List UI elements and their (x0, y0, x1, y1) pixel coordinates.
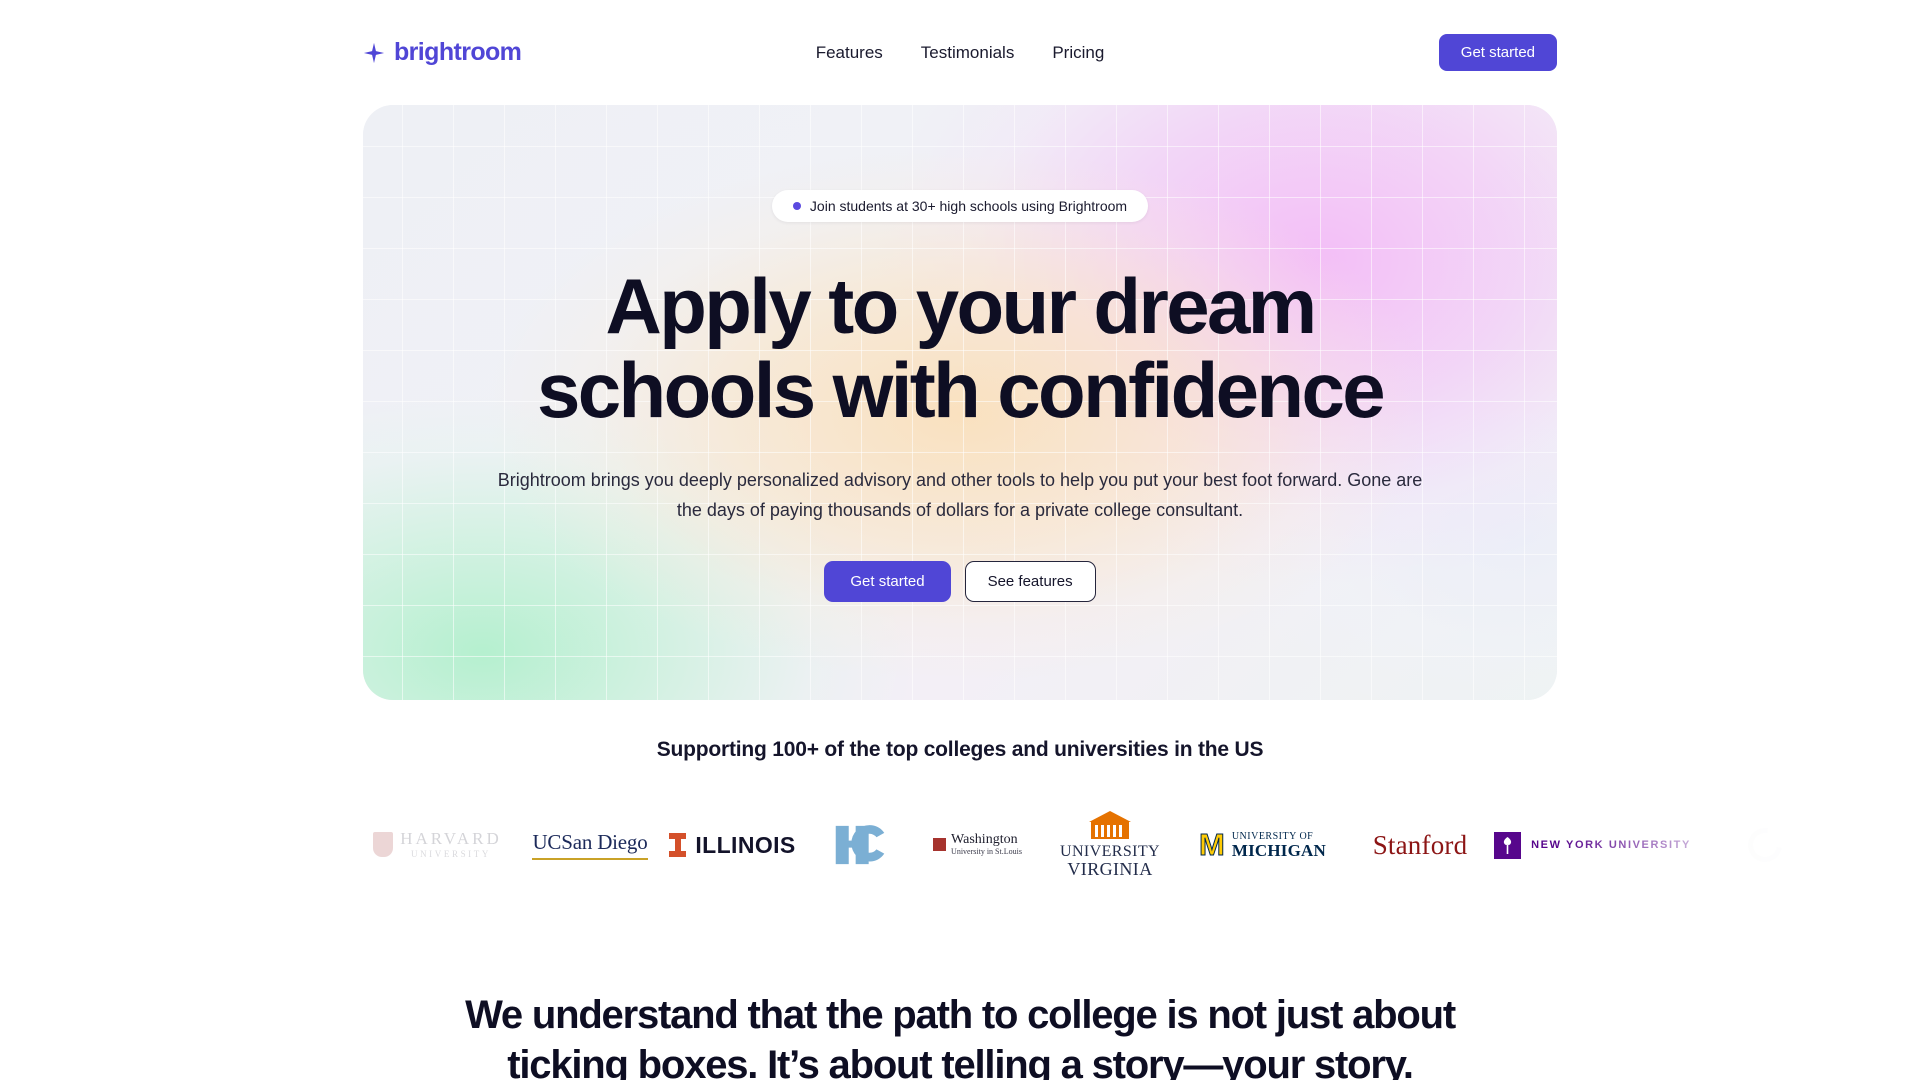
michigan-block-m-icon: M (1199, 826, 1226, 862)
hero-subheadline: Brightroom brings you deeply personalize… (497, 470, 1423, 520)
hero-announcement-badge[interactable]: Join students at 30+ high schools using … (771, 190, 1149, 222)
logos-marquee: HARVARD UNIVERSITY UCSan Diego ILLINOIS … (0, 800, 1920, 890)
uva-wordmark-line1: UNIVERSITY (1060, 842, 1160, 860)
uva-wordmark-line2: VIRGINIA (1067, 859, 1153, 880)
logo-item (805, 800, 915, 890)
uc-san-diego-logo: UCSan Diego (532, 830, 648, 860)
university-of-virginia-logo: UNIVERSITY VIRGINIA (1060, 810, 1160, 880)
logo-item: Washington University in St.Louis (915, 800, 1040, 890)
nav-link-pricing[interactable]: Pricing (1052, 44, 1104, 61)
illinois-wordmark: ILLINOIS (695, 831, 796, 858)
hero-content: Join students at 30+ high schools using … (363, 105, 1557, 700)
main-navigation: Features Testimonials Pricing (816, 44, 1105, 61)
logo-item: NEW YORK UNIVERSITY (1494, 800, 1691, 890)
illinois-logo: ILLINOIS (669, 833, 795, 857)
michigan-wordmark-line2: MICHIGAN (1231, 840, 1326, 860)
badge-dot-icon (792, 202, 801, 210)
stanford-wordmark: Stanford (1372, 829, 1468, 860)
logos-track: HARVARD UNIVERSITY UCSan Diego ILLINOIS … (355, 800, 1840, 890)
washington-university-st-louis-logo: Washington University in St.Louis (933, 833, 1022, 856)
washu-wordmark-line1: Washington (951, 832, 1018, 848)
unc-chapel-hill-logo (835, 825, 885, 865)
hero-headline: Apply to your dream schools with confide… (537, 262, 1386, 435)
harvard-shield-icon (373, 832, 394, 858)
illinois-ibeam-icon (669, 833, 687, 857)
washu-wordmark-line2: University in St.Louis (951, 846, 1022, 856)
partial-ring-icon (1741, 821, 1789, 869)
hero-get-started-button[interactable]: Get started (824, 560, 951, 602)
new-york-university-logo: NEW YORK UNIVERSITY (1494, 831, 1691, 859)
logo-item: UCSan Diego (520, 800, 660, 890)
nyu-wordmark: NEW YORK UNIVERSITY (1531, 838, 1691, 851)
washu-shield-icon (933, 838, 947, 852)
logo-item: ILLINOIS (660, 800, 805, 890)
logos-heading: Supporting 100+ of the top colleges and … (656, 738, 1264, 761)
brand-name: brightroom (394, 38, 522, 66)
logo-item: Stanford (1345, 800, 1495, 890)
michigan-wordmark-line1: UNIVERSITY OF (1231, 830, 1314, 842)
logo-item: M UNIVERSITY OF MICHIGAN (1180, 800, 1345, 890)
landing-page: brightroom Features Testimonials Pricing… (0, 0, 1920, 1080)
logo-item: HARVARD UNIVERSITY (355, 800, 520, 890)
header-get-started-button[interactable]: Get started (1438, 34, 1557, 71)
nav-link-features[interactable]: Features (816, 44, 883, 61)
nav-link-testimonials[interactable]: Testimonials (921, 44, 1015, 61)
story-section: We understand that the path to college i… (0, 990, 1920, 1080)
hero-badge-label: Join students at 30+ high schools using … (809, 198, 1128, 214)
harvard-wordmark-line1: HARVARD (400, 829, 502, 849)
harvard-wordmark-line2: UNIVERSITY (410, 848, 491, 859)
site-header: brightroom Features Testimonials Pricing… (0, 0, 1920, 105)
logos-section: Supporting 100+ of the top colleges and … (0, 700, 1920, 890)
harvard-university-logo: HARVARD UNIVERSITY (373, 830, 502, 859)
partial-logo (1741, 821, 1789, 869)
ucsd-wordmark: UCSan Diego (532, 830, 648, 855)
university-of-michigan-logo: M UNIVERSITY OF MICHIGAN (1199, 826, 1326, 862)
nyu-torch-icon (1494, 831, 1522, 859)
logo-item (1690, 800, 1840, 890)
hero-section: Join students at 30+ high schools using … (363, 105, 1557, 700)
brand-logo[interactable]: brightroom (363, 38, 522, 66)
stanford-logo: Stanford (1372, 829, 1468, 860)
sparkle-icon (363, 42, 385, 63)
hero-see-features-button[interactable]: See features (964, 560, 1096, 602)
uva-rotunda-icon (1089, 810, 1131, 839)
hero-cta-group: Get started See features (824, 560, 1096, 602)
ucsd-underline (532, 857, 648, 860)
story-heading: We understand that the path to college i… (465, 993, 1456, 1080)
logo-item: UNIVERSITY VIRGINIA (1040, 800, 1180, 890)
